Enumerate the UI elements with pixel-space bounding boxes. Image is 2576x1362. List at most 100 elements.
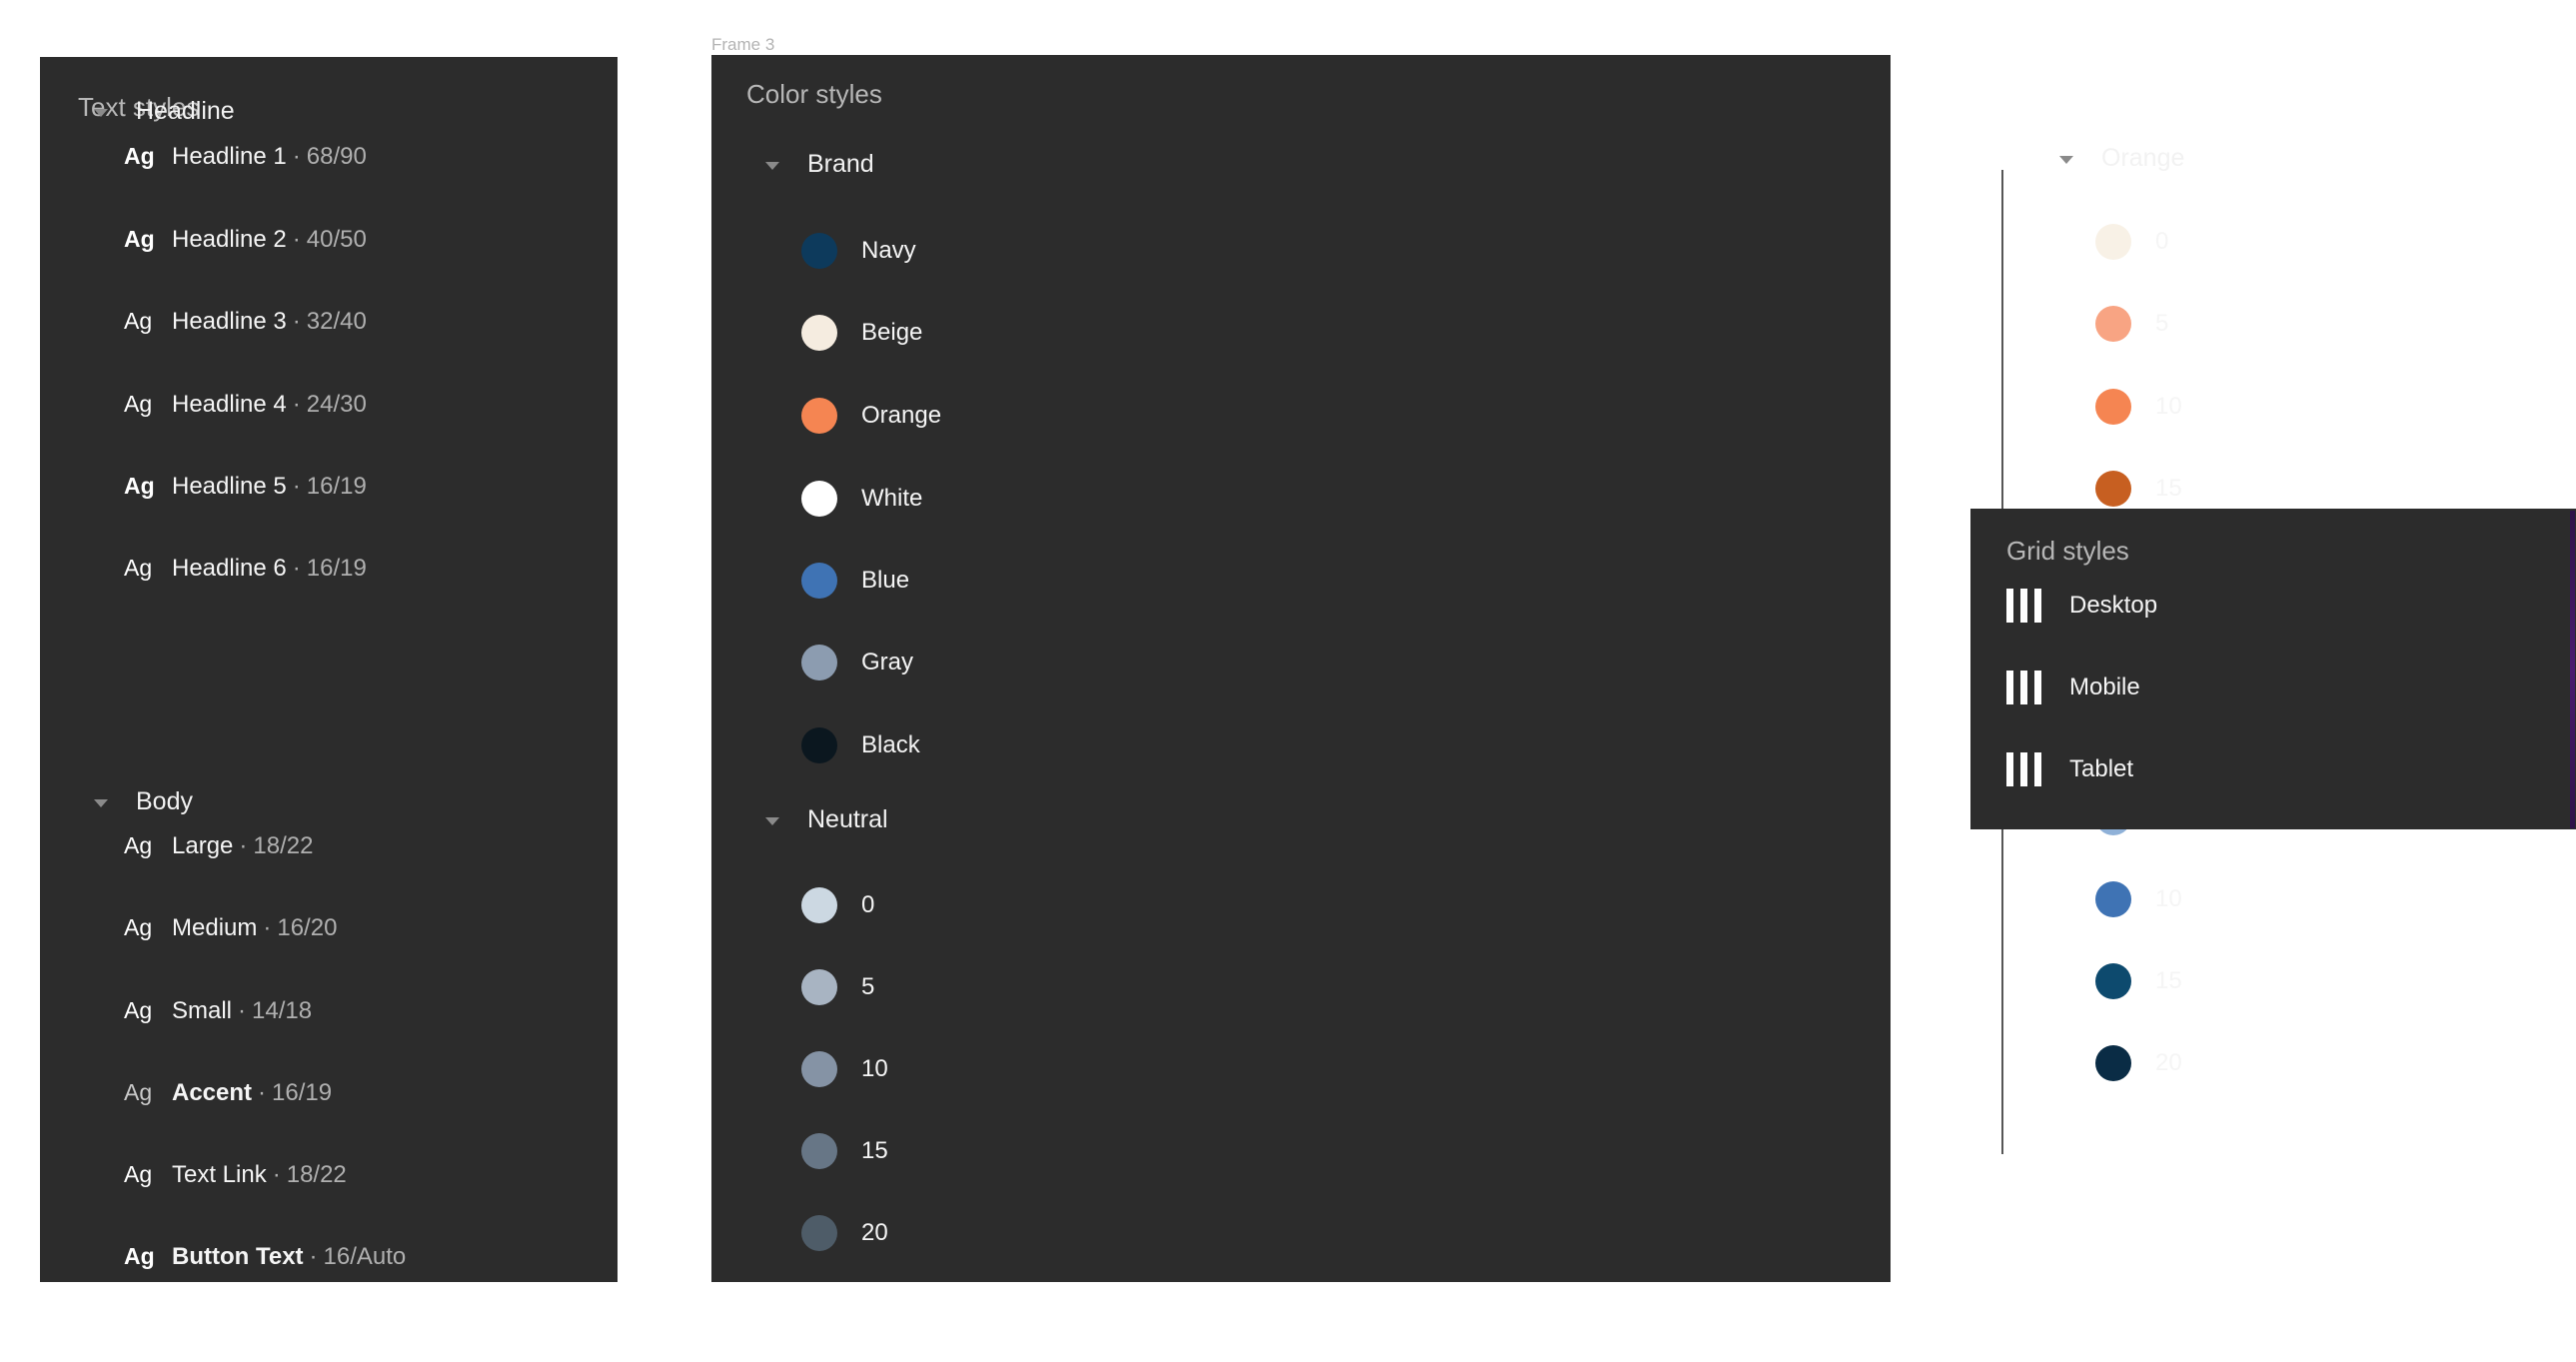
color-style-row[interactable]: 5 <box>2095 306 2168 342</box>
text-style-row[interactable]: Ag Button Text · 16/Auto <box>124 1243 406 1271</box>
color-swatch[interactable] <box>801 315 837 351</box>
color-swatch[interactable] <box>801 481 837 517</box>
text-style-row[interactable]: Ag Text Link · 18/22 <box>124 1161 347 1189</box>
color-swatch[interactable] <box>801 1133 837 1169</box>
color-swatch[interactable] <box>2095 389 2131 425</box>
color-style-group-label: Brand <box>807 150 874 178</box>
text-style-group-body[interactable]: Body <box>90 789 193 814</box>
text-style-row[interactable]: Ag Headline 5 · 16/19 <box>124 473 367 501</box>
color-style-label: 20 <box>2155 1049 2182 1076</box>
color-swatch[interactable] <box>2095 1045 2131 1081</box>
color-style-row[interactable]: 5 <box>801 969 874 1005</box>
color-style-row[interactable]: 20 <box>2095 1045 2182 1081</box>
color-style-group-label: Orange <box>2101 144 2185 172</box>
grid-style-row[interactable]: Tablet <box>2006 752 2133 786</box>
color-swatch[interactable] <box>2095 881 2131 917</box>
text-style-separator: · <box>292 143 301 170</box>
text-style-row[interactable]: Ag Accent · 16/19 <box>124 1079 332 1107</box>
color-swatch[interactable] <box>801 1051 837 1087</box>
text-style-preview-ag: Ag <box>124 832 153 858</box>
color-style-row[interactable]: Beige <box>801 315 922 351</box>
text-style-row[interactable]: Ag Headline 2 · 40/50 <box>124 226 367 254</box>
color-swatch[interactable] <box>801 1215 837 1251</box>
color-style-row[interactable]: 0 <box>801 887 874 923</box>
color-style-row[interactable]: 15 <box>2095 471 2182 507</box>
color-swatch[interactable] <box>801 645 837 681</box>
text-style-preview-ag: Ag <box>124 473 155 499</box>
text-style-separator: · <box>272 1161 281 1188</box>
text-style-preview-ag: Ag <box>124 143 155 169</box>
chevron-down-icon[interactable] <box>761 809 783 831</box>
color-style-row[interactable]: Navy <box>801 233 916 269</box>
color-style-row[interactable]: Black <box>801 727 920 763</box>
color-style-label: 5 <box>2155 310 2169 337</box>
text-style-name: Button Text <box>172 1243 304 1270</box>
text-style-preview-ag: Ag <box>124 1079 153 1105</box>
color-style-group-label: Neutral <box>807 805 888 833</box>
text-style-row[interactable]: Ag Headline 4 · 24/30 <box>124 391 367 419</box>
text-style-separator: · <box>292 226 301 253</box>
color-style-label: White <box>861 485 923 512</box>
color-swatch[interactable] <box>801 563 837 599</box>
text-style-row[interactable]: Ag Large · 18/22 <box>124 832 313 860</box>
color-style-label: 10 <box>2155 885 2182 912</box>
text-style-separator: · <box>292 555 301 582</box>
text-style-name: Headline 2 <box>172 226 287 253</box>
color-style-row[interactable]: 15 <box>2095 963 2182 999</box>
color-style-row[interactable]: 10 <box>2095 881 2182 917</box>
color-style-group-neutral-left_column[interactable]: Neutral <box>761 807 888 832</box>
color-style-label: 5 <box>861 973 875 1000</box>
color-style-label: 20 <box>861 1219 888 1246</box>
grid-style-row[interactable]: Desktop <box>2006 589 2157 623</box>
text-style-row[interactable]: Ag Medium · 16/20 <box>124 914 337 942</box>
color-style-row[interactable]: 15 <box>801 1133 888 1169</box>
color-swatch[interactable] <box>801 887 837 923</box>
text-style-size: 16/Auto <box>323 1243 407 1270</box>
color-swatch[interactable] <box>2095 306 2131 342</box>
color-swatch[interactable] <box>2095 963 2131 999</box>
grid-style-row[interactable]: Mobile <box>2006 671 2140 704</box>
text-style-name: Headline 4 <box>172 391 287 418</box>
text-style-row[interactable]: Ag Headline 3 · 32/40 <box>124 308 367 336</box>
color-swatch[interactable] <box>801 969 837 1005</box>
color-style-group-orange-right_column[interactable]: Orange <box>2055 146 2184 171</box>
text-style-row[interactable]: Ag Headline 1 · 68/90 <box>124 143 367 171</box>
text-style-size: 18/22 <box>253 832 314 859</box>
color-style-group-brand-left_column[interactable]: Brand <box>761 152 874 177</box>
color-swatch[interactable] <box>2095 224 2131 260</box>
color-style-row[interactable]: Blue <box>801 563 909 599</box>
text-style-size: 18/22 <box>286 1161 347 1188</box>
color-swatch[interactable] <box>801 727 837 763</box>
chevron-down-icon[interactable] <box>761 154 783 176</box>
text-style-size: 24/30 <box>306 391 367 418</box>
color-style-label: Blue <box>861 567 910 594</box>
color-style-label: 0 <box>2155 228 2169 255</box>
text-style-name: Medium <box>172 914 258 941</box>
color-style-row[interactable]: 10 <box>2095 389 2182 425</box>
chevron-down-icon[interactable] <box>2055 148 2077 170</box>
color-style-label: 15 <box>861 1137 888 1164</box>
text-style-row[interactable]: Ag Small · 14/18 <box>124 997 312 1025</box>
grid-styles-panel: Grid styles Desktop Mobile Tablet <box>1970 509 2576 829</box>
text-style-name: Text Link <box>172 1161 267 1188</box>
text-style-row[interactable]: Ag Headline 6 · 16/19 <box>124 555 367 583</box>
color-swatch[interactable] <box>2095 471 2131 507</box>
color-style-label: 10 <box>861 1055 888 1082</box>
color-swatch[interactable] <box>801 233 837 269</box>
color-style-row[interactable]: 20 <box>801 1215 888 1251</box>
color-style-row[interactable]: 0 <box>2095 224 2168 260</box>
frame-label[interactable]: Frame 3 <box>711 36 774 53</box>
text-style-group-headline[interactable]: Headline <box>90 99 235 124</box>
text-style-group-label: Headline <box>136 97 235 125</box>
color-style-row[interactable]: Gray <box>801 645 913 681</box>
color-style-row[interactable]: Orange <box>801 398 941 434</box>
chevron-down-icon[interactable] <box>90 791 112 813</box>
text-style-size: 14/18 <box>252 997 313 1024</box>
color-swatch[interactable] <box>801 398 837 434</box>
grid-columns-icon <box>2006 752 2048 786</box>
text-style-size: 68/90 <box>306 143 367 170</box>
text-style-preview-ag: Ag <box>124 226 155 252</box>
color-style-row[interactable]: 10 <box>801 1051 888 1087</box>
color-style-row[interactable]: White <box>801 481 922 517</box>
chevron-down-icon[interactable] <box>90 101 112 123</box>
